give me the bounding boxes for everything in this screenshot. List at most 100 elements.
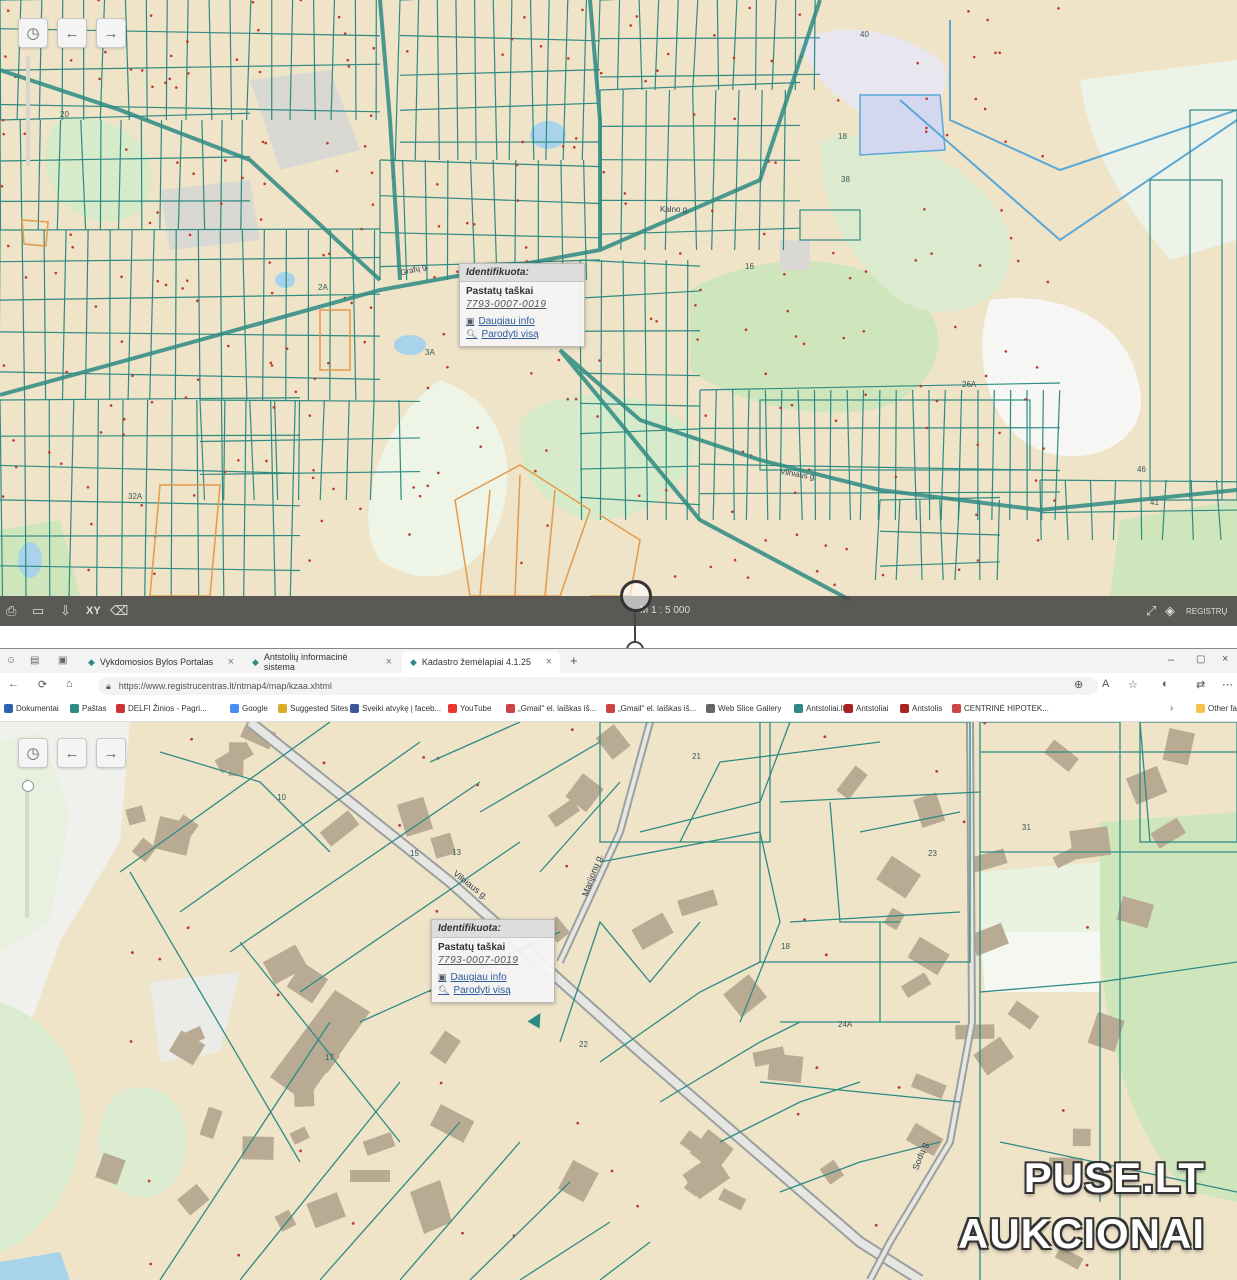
measure-icon[interactable]: ▭	[32, 603, 44, 619]
bookmark-favicon-icon	[116, 704, 125, 713]
parcel-number-label: 21	[692, 752, 701, 761]
bookmark-item[interactable]: Other favorites	[1196, 704, 1237, 713]
layers-icon[interactable]: ◈	[1165, 603, 1175, 619]
bottom-cadastral-map[interactable]: ◷ ← → Identifikuota: Pastatų taškai 7793…	[0, 722, 1237, 1280]
bookmark-favicon-icon	[706, 704, 715, 713]
bookmark-label: Other favorites	[1208, 704, 1237, 713]
bookmark-favicon-icon	[794, 704, 803, 713]
tab-favicon-icon: ◆	[252, 656, 259, 667]
search-icon: 🔍︎	[466, 329, 478, 339]
rotate-handle-icon[interactable]	[620, 580, 652, 612]
bookmark-label: DELFI Žinios - Pagri...	[128, 704, 207, 713]
close-icon[interactable]: ×	[546, 656, 552, 668]
collections-icon[interactable]: ⇄	[1196, 678, 1205, 691]
top-cadastral-map[interactable]: ◷ ← → Identifikuota: Pastatų taškai 7793…	[0, 0, 1237, 626]
close-icon[interactable]: ×	[386, 656, 392, 668]
street-label: Kalno g.	[660, 205, 690, 214]
parcel-number-label: 18	[838, 132, 847, 141]
identify-popup: Identifikuota: Pastatų taškai 7793-0007-…	[431, 919, 555, 1003]
parcel-number-label: 16	[745, 262, 754, 271]
url-field[interactable]: 🔒︎ https://www.registrucentras.lt/ntmap4…	[98, 677, 1098, 695]
parcel-number-label: 18	[781, 942, 790, 951]
bookmark-item[interactable]: Google	[230, 704, 268, 713]
bookmark-item[interactable]: Antstolis	[900, 704, 942, 713]
bookmark-favicon-icon	[606, 704, 615, 713]
fullscreen-icon[interactable]: ⤢	[1146, 603, 1156, 619]
bookmark-label: Antstoliai	[856, 704, 889, 713]
show-all-link[interactable]: 🔍︎ Parodyti visą	[466, 329, 578, 340]
bookmark-favicon-icon	[506, 704, 515, 713]
bookmark-favicon-icon	[844, 704, 853, 713]
tab-antstoliu[interactable]: ◆ Antstolių informacinė sistema ×	[244, 651, 400, 673]
new-tab-icon[interactable]: +	[570, 653, 578, 668]
watermark-line2: AUKCIONAI	[958, 1210, 1205, 1257]
tab-label: Vykdomosios Bylos Portalas	[99, 657, 214, 667]
watermark-line1: PUSE.LT	[1023, 1154, 1205, 1201]
bookmark-item[interactable]: Paštas	[70, 704, 106, 713]
bookmark-favicon-icon	[1196, 704, 1205, 713]
back-arrow-icon[interactable]: ←	[57, 738, 87, 768]
bookmark-item[interactable]: CENTRINĖ HIPOTEK...	[952, 704, 1049, 713]
profile-icon[interactable]: ☺	[6, 655, 16, 666]
read-aloud-icon[interactable]: A	[1102, 678, 1109, 690]
forward-arrow-icon[interactable]: →	[96, 738, 126, 768]
parcel-number-label: 24A	[838, 1020, 853, 1029]
bookmark-favicon-icon	[4, 704, 13, 713]
print-icon[interactable]: ⎙	[6, 603, 16, 619]
xy-button[interactable]: XY	[86, 605, 101, 617]
refresh-icon[interactable]: ⟳	[38, 678, 47, 691]
workspaces-icon[interactable]: ▤	[30, 655, 39, 666]
top-map-canvas	[0, 0, 1237, 626]
eraser-icon[interactable]: ⌫	[110, 603, 128, 619]
tab-vykdomosios[interactable]: ◆ Vykdomosios Bylos Portalas ×	[80, 651, 242, 673]
bookmark-item[interactable]: DELFI Žinios - Pagri...	[116, 704, 207, 713]
zoom-knob[interactable]	[22, 780, 34, 792]
bookmark-item[interactable]: Sveiki atvykę į faceb...	[350, 704, 441, 713]
brand-label: REGISTRŲ	[1186, 607, 1228, 616]
search-icon: 🔍︎	[438, 985, 450, 995]
parcel-number-label: 46	[1137, 465, 1146, 474]
popup-title: Pastatų taškai	[466, 286, 534, 297]
back-icon[interactable]: ←	[8, 678, 19, 690]
bookmark-item[interactable]: Suggested Sites	[278, 704, 348, 713]
bookmark-label: „Gmail“ el. laiškas iš...	[618, 704, 697, 713]
back-arrow-icon[interactable]: ←	[57, 18, 87, 48]
forward-arrow-icon[interactable]: →	[96, 18, 126, 48]
parcel-number-label: 38	[841, 175, 850, 184]
bookmark-item[interactable]: YouTube	[448, 704, 491, 713]
history-button[interactable]: ◷	[18, 18, 48, 48]
url-text: https://www.registrucentras.lt/ntmap4/ma…	[118, 681, 332, 691]
favorite-star-icon[interactable]: ☆	[1128, 678, 1138, 691]
bookmark-favicon-icon	[448, 704, 457, 713]
tab-kadastro[interactable]: ◆ Kadastro žemėlapiai 4.1.25 ×	[402, 651, 560, 673]
more-bookmarks-icon[interactable]: ›	[1170, 703, 1173, 714]
bookmark-item[interactable]: „Gmail“ el. laiškas iš...	[606, 704, 696, 713]
popup-header: Identifikuota:	[432, 920, 554, 938]
bookmark-item[interactable]: „Gmail“ el. laiškas iš...	[506, 704, 596, 713]
window-close-icon[interactable]: ×	[1222, 653, 1228, 665]
bookmark-item[interactable]: Dokumentai	[4, 704, 59, 713]
history-button[interactable]: ◷	[18, 738, 48, 768]
bookmark-item[interactable]: Antstoliai.lt	[794, 704, 845, 713]
zoom-slider[interactable]	[25, 778, 29, 918]
parcel-number-label: 32A	[128, 492, 143, 501]
home-icon[interactable]: ⌂	[66, 678, 73, 690]
tab-actions-icon[interactable]: ▣	[58, 655, 67, 666]
zoom-slider[interactable]	[26, 56, 30, 166]
settings-icon[interactable]: ⋯	[1222, 678, 1233, 691]
more-info-link[interactable]: ▣ Daugiau info	[438, 972, 548, 983]
bookmark-item[interactable]: Antstoliai	[844, 704, 888, 713]
close-icon[interactable]: ×	[228, 656, 234, 668]
more-info-link[interactable]: ▣ Daugiau info	[466, 316, 578, 327]
bookmark-item[interactable]: Web Slice Gallery	[706, 704, 781, 713]
extensions-icon[interactable]: ◐	[1162, 678, 1169, 690]
popup-id-link[interactable]: 7793-0007-0019	[466, 299, 578, 310]
bookmark-label: YouTube	[460, 704, 492, 713]
minimize-icon[interactable]: –	[1168, 654, 1174, 666]
zoom-icon[interactable]: ⊕	[1074, 678, 1083, 691]
bookmark-label: Google	[242, 704, 268, 713]
popup-id-link[interactable]: 7793-0007-0019	[438, 955, 548, 966]
show-all-link[interactable]: 🔍︎ Parodyti visą	[438, 985, 548, 996]
maximize-icon[interactable]: ▢	[1196, 654, 1205, 665]
export-icon[interactable]: ⇩	[60, 603, 71, 619]
